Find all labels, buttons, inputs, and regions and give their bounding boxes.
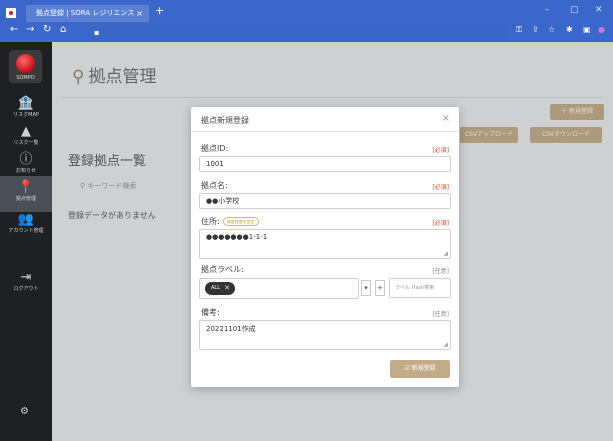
required-badge: [必須]: [432, 220, 449, 227]
address-label: 住所: 緯度経度を設定: [201, 216, 259, 227]
sidebar-item-label: お知らせ: [16, 168, 36, 174]
site-register-modal: 拠点新規登録 × 拠点ID: [必須] 1001 拠点名: [必須] ●●小学校…: [191, 107, 459, 387]
logo-mark-icon: [16, 54, 35, 73]
tab-close-icon[interactable]: ×: [136, 5, 143, 22]
warning-icon: ▲: [21, 124, 31, 139]
geocode-button[interactable]: 緯度経度を設定: [222, 217, 259, 226]
minimize-icon[interactable]: –: [545, 5, 550, 15]
sompo-logo[interactable]: SOMPO: [9, 50, 42, 83]
home-icon[interactable]: ⌂: [60, 24, 66, 35]
settings-icon[interactable]: ⚙: [20, 406, 29, 417]
maximize-icon[interactable]: ▢: [570, 5, 579, 15]
sidebar-item-label: アカウント管理: [8, 228, 44, 234]
site-id-field[interactable]: 1001: [199, 156, 451, 172]
tab-title: 拠点登録 | SORA レジリエンス: [36, 9, 135, 17]
site-name-label: 拠点名:: [201, 181, 228, 190]
logout-icon: ⇥: [20, 270, 32, 285]
map-pin-icon: 📍: [17, 180, 35, 195]
resize-grip-icon[interactable]: ◢: [443, 250, 448, 257]
site-id-label: 拠点ID:: [201, 144, 229, 153]
tag-dropdown-button[interactable]: ▾: [361, 280, 371, 296]
modal-title: 拠点新規登録: [201, 116, 249, 125]
browser-toolbar: ← → ↻ ⌂ ▪ ⚿ ⇪ ☆ ✱ ▣ ●: [0, 22, 613, 42]
close-icon[interactable]: ×: [442, 113, 450, 124]
favicon-icon: [6, 8, 16, 18]
window-close-icon[interactable]: ✕: [595, 5, 603, 15]
note-field[interactable]: 20221101作成 ◢: [199, 320, 451, 350]
forward-icon[interactable]: →: [26, 24, 34, 35]
address-bar[interactable]: ▪: [88, 25, 508, 39]
resize-grip-icon[interactable]: ◢: [443, 341, 448, 348]
required-badge: [必須]: [432, 147, 449, 154]
profile-icon[interactable]: ●: [598, 25, 605, 34]
address-value: ●●●●●●●1-1-1: [206, 233, 268, 241]
extensions-icon[interactable]: ✱: [566, 25, 573, 34]
address-label-text: 住所:: [201, 217, 220, 226]
site-name-field[interactable]: ●●小学校: [199, 193, 451, 209]
lock-icon: ▪: [94, 28, 100, 37]
app-sidebar: SOMPO 🏦 リスクMAP ▲ リスク一覧 ⓘ お知らせ 📍 拠点管理 👥 ア…: [0, 42, 52, 441]
tag-chip-label: ALL: [211, 285, 220, 291]
address-field[interactable]: ●●●●●●●1-1-1 ◢: [199, 229, 451, 259]
required-badge: [必須]: [432, 184, 449, 191]
optional-badge: [任意]: [432, 268, 449, 275]
new-tab-button[interactable]: +: [155, 4, 164, 17]
logo-text: SOMPO: [16, 75, 35, 81]
optional-badge: [任意]: [432, 311, 449, 318]
tag-selector[interactable]: ALL ✕: [199, 278, 359, 299]
building-icon: 🏦: [17, 96, 35, 111]
share-icon[interactable]: ⇪: [532, 25, 539, 34]
chip-remove-icon[interactable]: ✕: [224, 282, 230, 295]
sidebar-item-logout[interactable]: ⇥ ログアウト: [0, 266, 52, 302]
info-icon: ⓘ: [19, 152, 33, 167]
users-icon: 👥: [17, 212, 35, 227]
note-value: 20221101作成: [206, 325, 256, 333]
submit-register-button[interactable]: ☑ 新規登録: [390, 360, 450, 378]
sidebar-item-label: 拠点管理: [15, 196, 36, 202]
sidebar-item-sites[interactable]: 📍 拠点管理: [0, 176, 52, 212]
note-label: 備考:: [201, 308, 220, 317]
add-tag-button[interactable]: +: [375, 280, 385, 296]
sidebar-item-label: ログアウト: [13, 286, 39, 292]
sidebar-item-label: リスク一覧: [13, 140, 39, 146]
tag-label: 拠点ラベル:: [201, 265, 244, 274]
browser-tab[interactable]: 拠点登録 | SORA レジリエンス ×: [6, 5, 149, 22]
sidebar-item-label: リスクMAP: [13, 112, 39, 118]
new-label-input[interactable]: ラベル Hash検索: [389, 278, 451, 298]
star-icon[interactable]: ☆: [548, 25, 555, 34]
sidepanel-icon[interactable]: ▣: [583, 25, 591, 34]
sidebar-item-accounts[interactable]: 👥 アカウント管理: [0, 208, 52, 244]
modal-header: 拠点新規登録 ×: [191, 107, 459, 132]
tag-chip[interactable]: ALL ✕: [205, 282, 235, 295]
key-icon[interactable]: ⚿: [516, 25, 522, 35]
browser-titlebar: 拠点登録 | SORA レジリエンス × + – ▢ ✕: [0, 0, 613, 22]
reload-icon[interactable]: ↻: [43, 24, 51, 35]
back-icon[interactable]: ←: [10, 24, 18, 35]
